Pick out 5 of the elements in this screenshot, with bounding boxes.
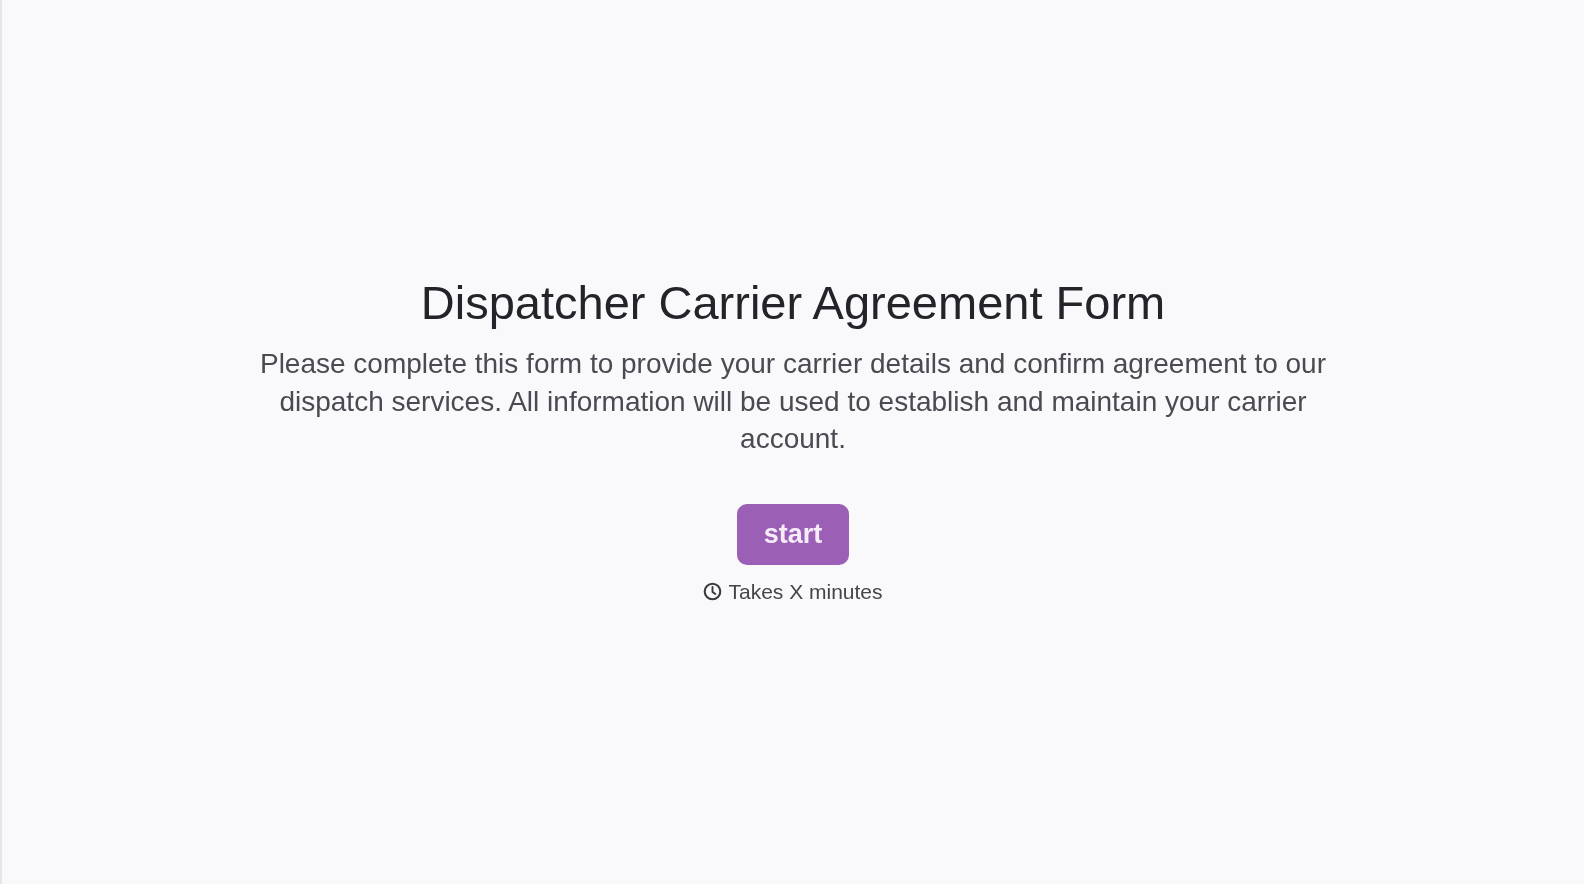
duration-text: Takes X minutes [728,578,883,605]
form-description: Please complete this form to provide your carrier details and confirm agreement to our dispatch services. All information will be used to establish and maintain your carrier account. [258,347,1328,457]
form-title: Dispatcher Carrier Agreement Form [420,275,1166,332]
clock-icon [703,582,723,602]
start-button[interactable]: start [737,503,849,565]
